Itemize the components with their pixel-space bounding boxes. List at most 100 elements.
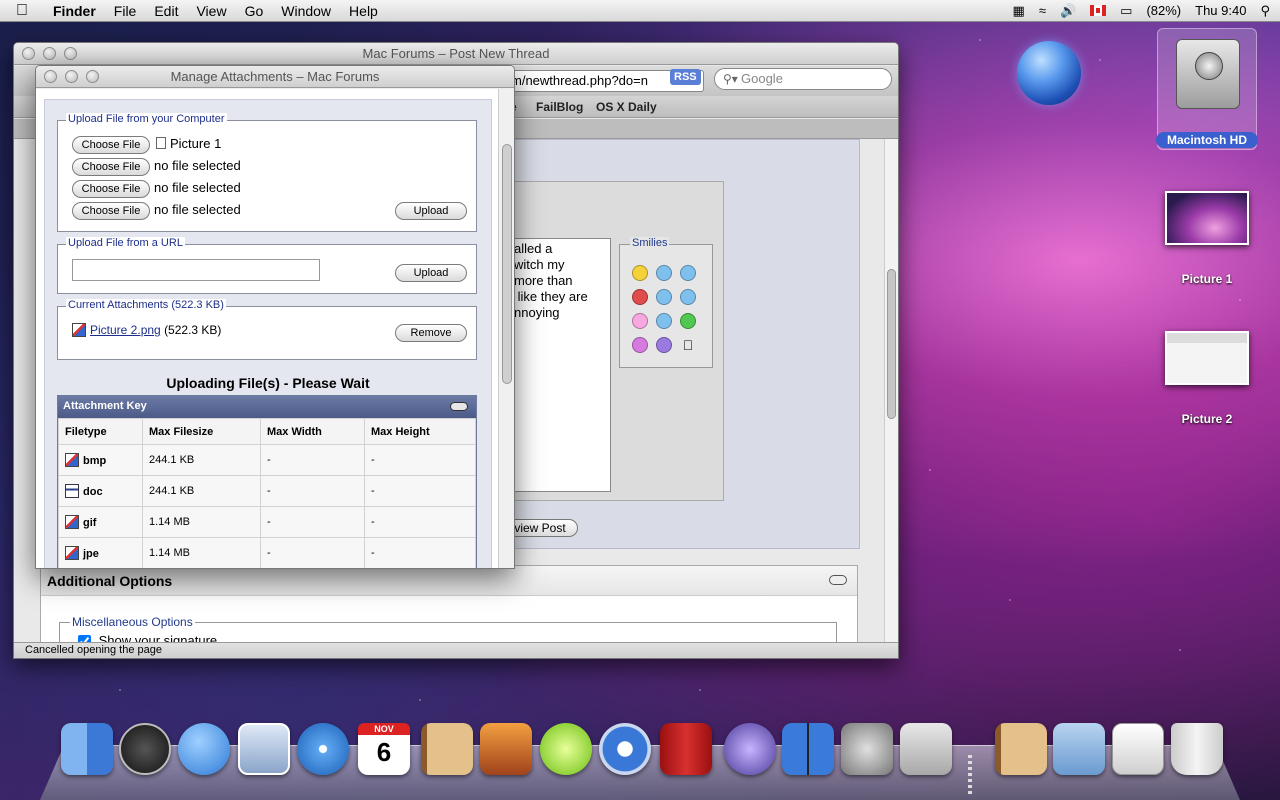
menubar-clock[interactable]: Thu 9:40	[1195, 3, 1246, 18]
ichat-icon[interactable]	[178, 723, 230, 775]
input-menu-flag-icon[interactable]	[1090, 5, 1107, 16]
smilie-eek-icon[interactable]	[680, 265, 696, 281]
menu-help[interactable]: Help	[340, 3, 387, 19]
choose-file-button-4[interactable]: Choose File	[72, 202, 150, 220]
additional-options-heading: Additional Options	[41, 566, 857, 596]
menu-file[interactable]: File	[105, 3, 146, 19]
filetype: bmp	[83, 455, 107, 467]
max-height: -	[364, 506, 476, 538]
applications-stack-icon[interactable]	[995, 723, 1047, 775]
documents-stack-icon[interactable]	[1053, 723, 1105, 775]
preview-icon[interactable]	[724, 723, 776, 775]
menu-finder[interactable]: Finder	[44, 3, 105, 19]
menu-edit[interactable]: Edit	[145, 3, 187, 19]
attachments-scrollbar[interactable]	[498, 89, 514, 568]
smilie-wink-icon[interactable]	[656, 313, 672, 329]
image-file-icon	[65, 453, 79, 467]
nes-icon[interactable]	[900, 723, 952, 775]
table-row: jpe 1.14 MB - -	[58, 537, 476, 568]
system-preferences-icon[interactable]	[841, 723, 893, 775]
current-attachment-item: Picture 2.png (522.3 KB)	[72, 323, 221, 337]
battery-icon[interactable]: ▭	[1120, 3, 1132, 19]
smilie-redface-icon[interactable]	[656, 337, 672, 353]
trash-icon[interactable]	[1171, 723, 1223, 775]
smilie-mad-icon[interactable]	[632, 289, 648, 305]
volume-icon[interactable]: 🔊	[1060, 3, 1076, 19]
smilie-confused-icon[interactable]	[656, 265, 672, 281]
smilie-apple-icon[interactable]: 	[680, 337, 696, 353]
safari-icon[interactable]	[297, 723, 349, 775]
attachment-key-header: Attachment Key	[58, 396, 476, 418]
smilie-smile-icon[interactable]	[632, 265, 648, 281]
wifi-icon[interactable]: ≈	[1039, 3, 1046, 18]
bookmark-osx-daily[interactable]: OS X Daily	[596, 100, 657, 114]
finder-icon[interactable]	[61, 723, 113, 775]
upload-url-button[interactable]: Upload	[395, 264, 467, 282]
battery-percent[interactable]: (82%)	[1146, 3, 1181, 18]
address-book-icon[interactable]	[421, 723, 473, 775]
itunes-icon[interactable]	[599, 723, 651, 775]
downloads-stack-icon[interactable]	[1112, 723, 1164, 775]
upload-computer-button[interactable]: Upload	[395, 202, 467, 220]
collapse-toggle-icon[interactable]	[450, 402, 468, 411]
upload-url-input[interactable]	[72, 259, 320, 281]
search-field[interactable]: ⚲▾ Google	[714, 68, 892, 90]
filetype: doc	[83, 486, 103, 498]
minimize-button[interactable]	[65, 70, 78, 83]
table-row: bmp 244.1 KB - -	[58, 444, 476, 476]
picture-1-thumbnail[interactable]	[1165, 191, 1249, 245]
ical-icon[interactable]: NOV 6	[358, 723, 410, 775]
choose-file-button-3[interactable]: Choose File	[72, 180, 150, 198]
spaces-icon[interactable]: ▦	[1013, 3, 1025, 19]
smilie-grin-icon[interactable]	[680, 313, 696, 329]
remove-attachment-button[interactable]: Remove	[395, 324, 467, 342]
attachments-titlebar[interactable]: Manage Attachments – Mac Forums	[36, 66, 514, 88]
collapse-toggle-icon[interactable]	[829, 575, 847, 585]
picture-2-label[interactable]: Picture 2	[1157, 412, 1257, 426]
choose-file-button-1[interactable]: Choose File	[72, 136, 150, 154]
menu-go[interactable]: Go	[236, 3, 273, 19]
mail-icon[interactable]	[238, 723, 290, 775]
rss-button[interactable]: RSS	[670, 69, 701, 85]
iphoto-icon[interactable]	[480, 723, 532, 775]
minimize-button[interactable]	[43, 47, 56, 60]
search-icon: ⚲▾	[723, 72, 738, 86]
choose-file-button-2[interactable]: Choose File	[72, 158, 150, 176]
photo-booth-icon[interactable]	[660, 723, 712, 775]
limewire-icon[interactable]	[540, 723, 592, 775]
close-button[interactable]	[44, 70, 57, 83]
smilie-cool-icon[interactable]	[680, 289, 696, 305]
filetype: gif	[83, 517, 97, 529]
file-2-name: no file selected	[154, 158, 241, 173]
spaces-icon[interactable]	[782, 723, 834, 775]
smilie-rolleyes-icon[interactable]	[632, 337, 648, 353]
menu-view[interactable]: View	[187, 3, 235, 19]
bookmark-failblog[interactable]: FailBlog	[536, 100, 583, 114]
spotlight-icon[interactable]: ⚲	[1260, 3, 1270, 19]
browser-titlebar[interactable]: Mac Forums – Post New Thread	[14, 43, 898, 65]
zoom-button[interactable]	[86, 70, 99, 83]
close-button[interactable]	[22, 47, 35, 60]
apple-menu-icon[interactable]: 	[0, 2, 44, 20]
max-filesize: 1.14 MB	[142, 506, 261, 538]
blue-orb-widget[interactable]	[1017, 41, 1081, 105]
max-filesize: 244.1 KB	[142, 444, 261, 476]
attachment-link[interactable]: Picture 2.png	[90, 323, 161, 337]
column-header: Max Filesize	[142, 418, 261, 445]
smilie-frown-icon[interactable]	[656, 289, 672, 305]
page-scrollbar[interactable]	[884, 139, 898, 642]
file-4-name: no file selected	[154, 202, 241, 217]
picture-1-label[interactable]: Picture 1	[1157, 272, 1257, 286]
macintosh-hd-label[interactable]: Macintosh HD	[1156, 132, 1258, 148]
picture-2-thumbnail[interactable]	[1165, 331, 1249, 385]
column-header: Max Width	[260, 418, 365, 445]
uploading-status: Uploading File(s) - Please Wait	[166, 375, 370, 391]
table-header-row: Filetype Max Filesize Max Width Max Heig…	[58, 418, 476, 445]
smilie-tongue-icon[interactable]	[632, 313, 648, 329]
attachments-body: Upload File from your Computer Choose Fi…	[36, 89, 514, 568]
message-editor[interactable]: alled a witch my more than like they are…	[505, 238, 611, 492]
file-1-name: Picture 1	[156, 136, 221, 151]
dashboard-icon[interactable]	[119, 723, 171, 775]
zoom-button[interactable]	[64, 47, 77, 60]
menu-window[interactable]: Window	[272, 3, 340, 19]
